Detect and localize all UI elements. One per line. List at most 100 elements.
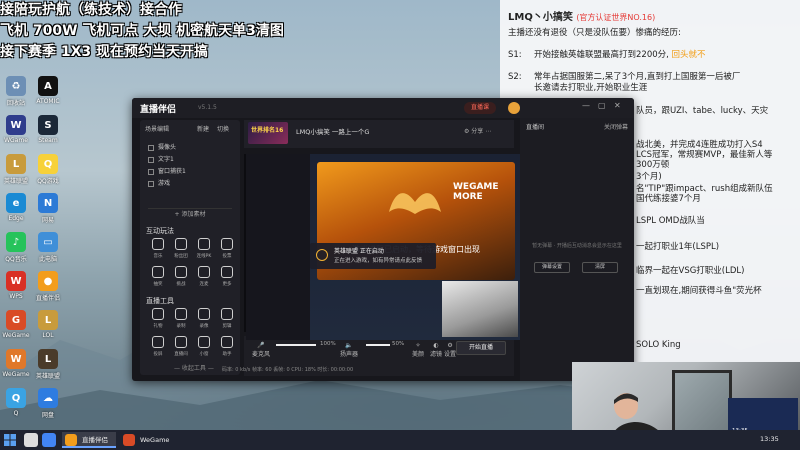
start-live-button[interactable]: 开始直播 (456, 341, 506, 355)
stream-cover-thumbnail[interactable]: 世界排名16 (248, 122, 288, 144)
tool-label: 小窗 (199, 351, 209, 357)
tab-new[interactable]: 新建 (197, 124, 209, 133)
mic-volume-slider[interactable] (276, 344, 316, 346)
desktop-icon[interactable]: W WGame (1, 115, 31, 154)
desktop-icon[interactable]: ● 直播伴侣 (33, 271, 63, 310)
app-logo: 直播伴侣 (140, 105, 177, 115)
taskbar-app-icon (65, 434, 77, 446)
game-icon (148, 180, 154, 187)
desktop-icon[interactable]: Q QQ游戏 (33, 154, 63, 193)
app-icon: S (38, 115, 58, 135)
tool-button[interactable]: 投票 (215, 238, 239, 260)
tool-button[interactable]: 抽奖 (146, 266, 170, 288)
desktop-icon[interactable]: W WPS (1, 271, 31, 310)
minimize-icon[interactable]: — (582, 101, 590, 110)
chat-close-button[interactable]: 关闭弹幕 (604, 122, 628, 131)
add-source-button[interactable]: + 添加素材 (148, 208, 232, 220)
tool-label: 录制 (176, 323, 186, 329)
wegame-logo-text: WEGAME MORE (453, 182, 499, 202)
tool-icon (175, 336, 187, 348)
overlay-line-1: 接陪玩护航（练技术）接合作 (0, 2, 182, 18)
tool-button[interactable]: 连麦 (192, 266, 216, 288)
speaker-volume-slider[interactable] (366, 344, 390, 346)
collapse-tools-button[interactable]: — 收起工具 — (174, 363, 214, 372)
tool-button[interactable]: 音乐 (146, 238, 170, 260)
chat-tab[interactable]: 直播间 (526, 122, 544, 131)
close-icon[interactable]: ✕ (614, 101, 621, 110)
tool-button[interactable]: 更多 (215, 266, 239, 288)
tool-button[interactable]: 录像 (192, 308, 216, 330)
desktop-icon[interactable]: N 网易 (33, 193, 63, 232)
desktop-icon[interactable]: W WeGame (1, 349, 31, 388)
user-avatar[interactable] (508, 102, 520, 114)
tab-switch[interactable]: 切换 (217, 124, 229, 133)
source-item[interactable]: 摄像头 (148, 142, 176, 151)
tool-button[interactable]: 礼物 (146, 308, 170, 330)
text-icon (148, 156, 154, 163)
tool-button[interactable]: 直播间 (169, 336, 193, 358)
source-item[interactable]: 窗口捕获1 (148, 166, 186, 175)
beauty-button[interactable]: ✧ 美颜 (412, 342, 424, 358)
desktop-icon[interactable]: ♻ 回收站 (1, 76, 31, 115)
windows-start-icon[interactable] (4, 434, 16, 446)
desktop-icon[interactable]: QQ (1, 388, 31, 427)
tool-button[interactable]: 粉丝团 (169, 238, 193, 260)
app-version: v5.1.5 (198, 104, 217, 111)
chrome-icon[interactable] (42, 433, 56, 447)
desktop-icon[interactable]: ☁ 网盘 (33, 388, 63, 427)
bio-fragment: 国代练接婆7个月 (636, 194, 701, 204)
settings-button[interactable]: ⚙ 设置 (444, 342, 456, 358)
tool-icon (152, 308, 164, 320)
app-icon: ♻ (6, 76, 26, 96)
speaker-control[interactable]: 🔈 扬声器 (340, 342, 358, 358)
app-icon: W (6, 115, 26, 135)
desktop-icon[interactable]: L 英雄联盟 (33, 349, 63, 388)
taskbar-app[interactable]: WeGame (120, 432, 174, 448)
desktop-icon[interactable]: e Edge (1, 193, 31, 232)
tab-scene-edit[interactable]: 场景编辑 (145, 124, 169, 133)
overlay-line-3: 接下赛季 1X3 现在预约当天开搞 (0, 44, 209, 60)
tool-icon (221, 308, 233, 320)
speaker-volume-value: 50% (392, 341, 405, 347)
chat-clear-button[interactable]: 清屏 (582, 262, 618, 273)
captured-webcam (442, 281, 518, 337)
search-icon[interactable] (24, 433, 38, 447)
chat-settings-button[interactable]: 弹幕设置 (534, 262, 570, 273)
tool-button[interactable]: 挑战 (169, 266, 193, 288)
tool-button[interactable]: 连线PK (192, 238, 216, 260)
header-actions[interactable]: ⚙ 分享 ⋯ (464, 126, 491, 135)
launch-notification[interactable]: 英雄联盟 正在启动 正在进入游戏，如有异常请点此反馈 (310, 243, 436, 269)
desktop-icon[interactable]: L 英雄联盟 (1, 154, 31, 193)
desktop-icon[interactable]: ▭ 此电脑 (33, 232, 63, 271)
desktop-icon-label: ATOMIC (36, 98, 60, 105)
desktop-icon-label: 英雄联盟 (3, 178, 28, 185)
taskbar-app[interactable]: 直播伴侣 (62, 432, 116, 448)
source-item[interactable]: 文字1 (148, 154, 174, 163)
left-panel: 场景编辑 新建 切换 摄像头 文字1 窗口捕获1 游戏 + 添加素材 互动玩法 … (140, 120, 240, 375)
app-icon: ▭ (38, 232, 58, 252)
desktop-icon[interactable]: A ATOMIC (33, 76, 63, 115)
tool-button[interactable]: 剪辑 (215, 308, 239, 330)
desktop-icon-label: 此电脑 (38, 256, 57, 263)
app-icon: W (6, 271, 26, 291)
desktop-icon[interactable]: ♪ QQ音乐 (1, 232, 31, 271)
app-icon: Q (38, 154, 58, 174)
maximize-icon[interactable]: ▢ (598, 101, 606, 110)
filter-button[interactable]: ◐ 滤镜 (430, 342, 442, 358)
loading-icon (316, 249, 328, 261)
desktop-icon[interactable]: L LOL (33, 310, 63, 349)
app-icon: N (38, 193, 58, 213)
bio-title-badge: (官方认证世界NO.16) (576, 13, 656, 22)
mic-control[interactable]: 🎤 麦克风 (252, 342, 270, 358)
taskbar-app-icon (123, 434, 135, 446)
record-button[interactable]: 直播课 (464, 102, 496, 114)
source-item[interactable]: 游戏 (148, 178, 170, 187)
tool-button[interactable]: 投屏 (146, 336, 170, 358)
tool-button[interactable]: 录制 (169, 308, 193, 330)
scene-tabs: 场景编辑 新建 切换 (145, 122, 235, 136)
stream-title[interactable]: LMQ小搞笑 一路上一个G (296, 126, 369, 136)
tool-button[interactable]: 小窗 (192, 336, 216, 358)
desktop-icon[interactable]: G WeGame (1, 310, 31, 349)
desktop-icon[interactable]: S Steam (33, 115, 63, 154)
tool-button[interactable]: 助手 (215, 336, 239, 358)
